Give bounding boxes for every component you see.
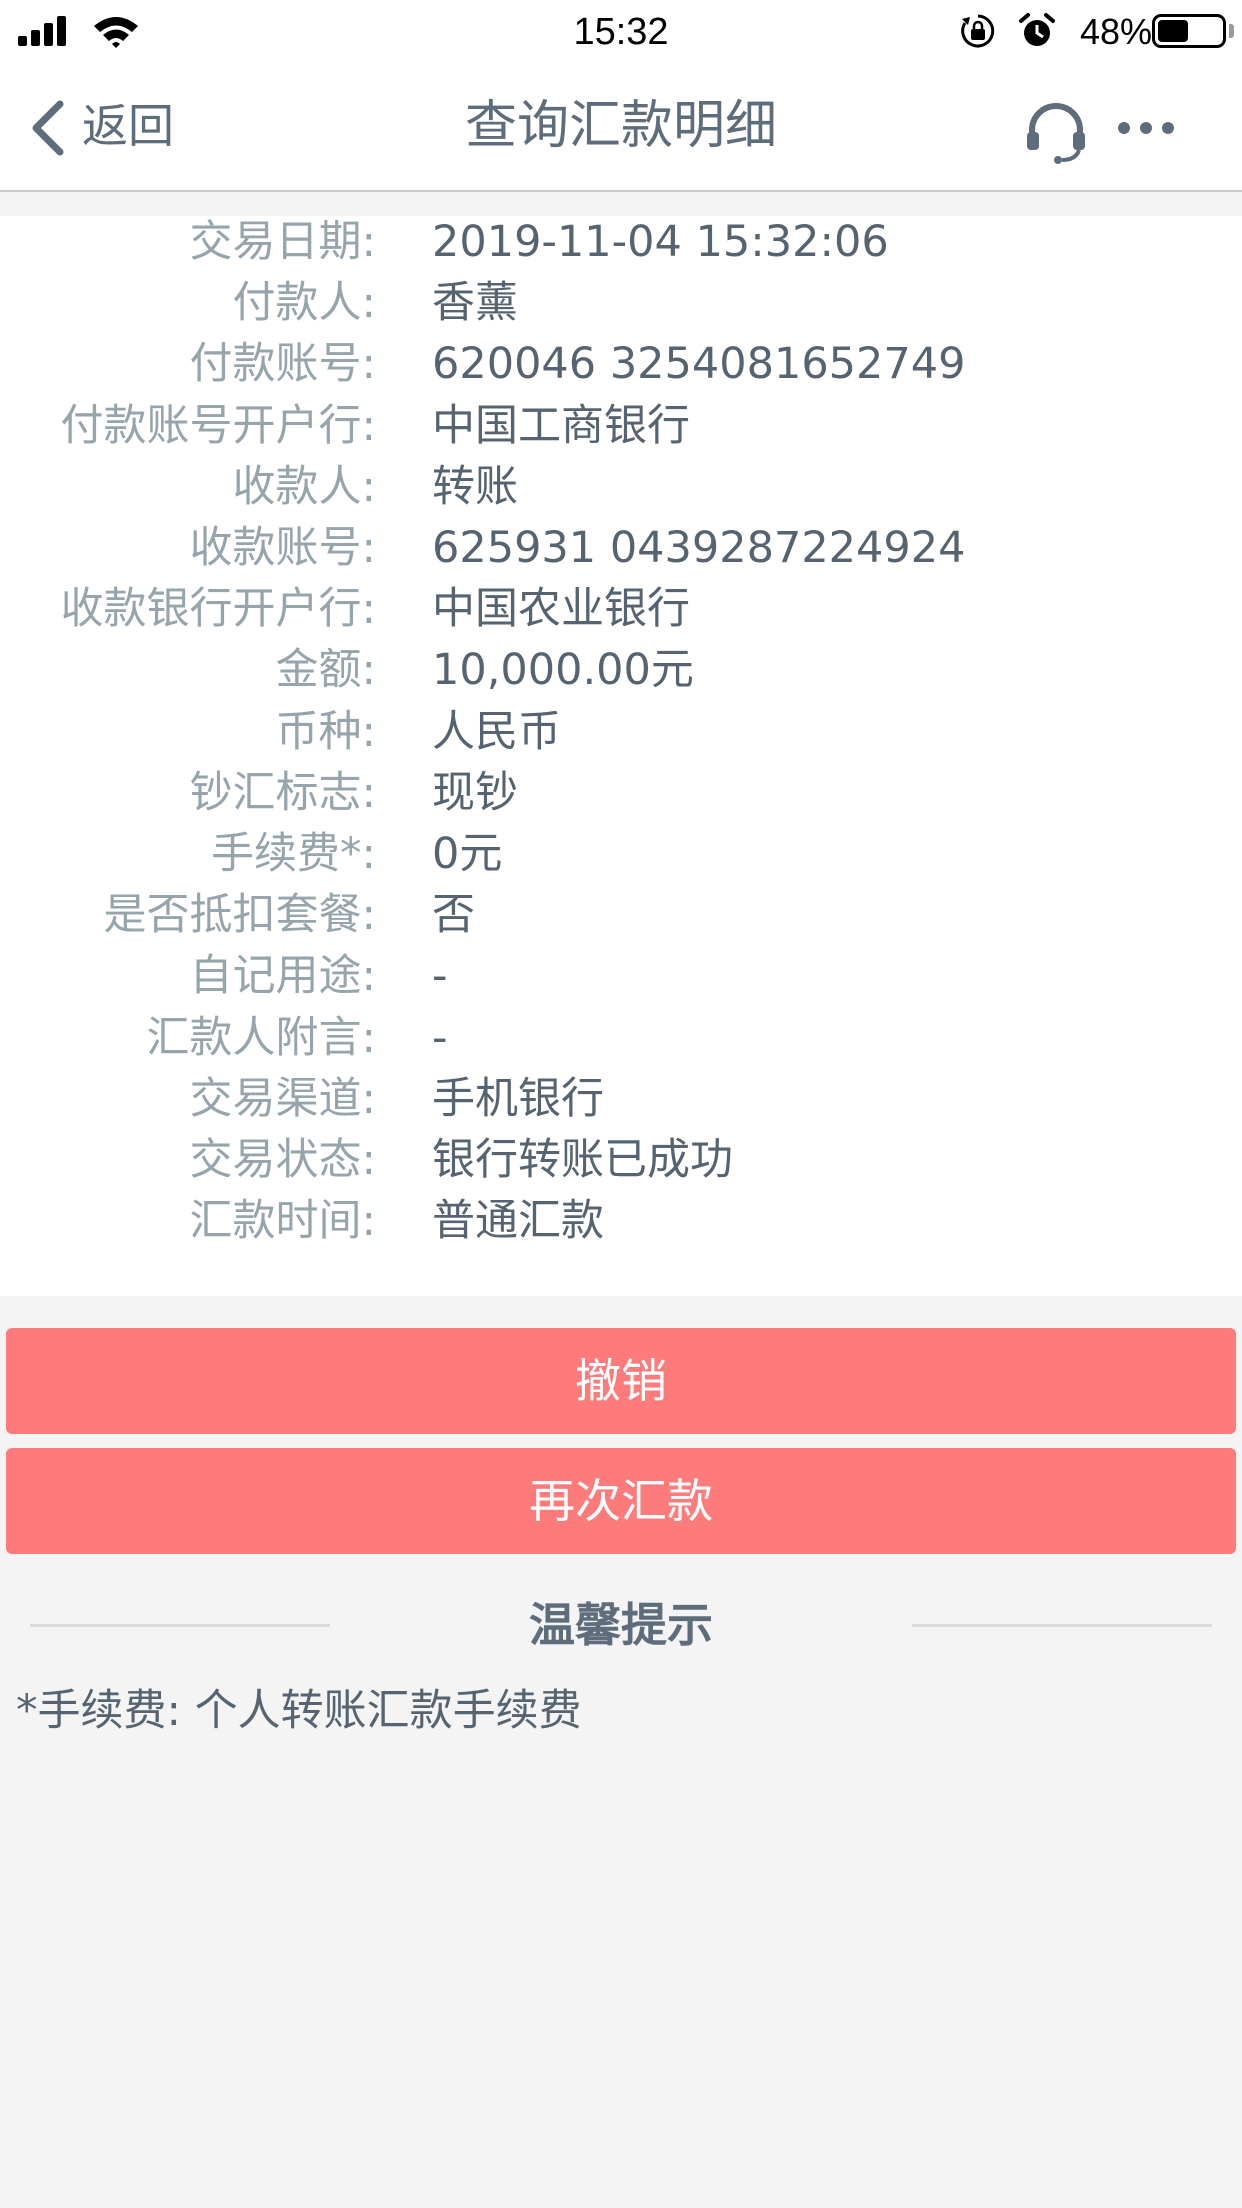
detail-row-payer-bank: 付款账号开户行: 中国工商银行	[0, 396, 1242, 457]
remit-again-button[interactable]: 再次汇款	[6, 1448, 1236, 1554]
detail-label: 自记用途:	[189, 951, 377, 1002]
detail-row-cash-flag: 钞汇标志: 现钞	[0, 763, 1242, 824]
detail-value: 转账	[432, 461, 518, 512]
back-label: 返回	[82, 99, 174, 153]
detail-label: 币种:	[275, 706, 377, 757]
detail-row-status: 交易状态: 银行转账已成功	[0, 1130, 1242, 1191]
detail-value: 625931 0439287224924	[432, 523, 966, 573]
tips-title: 温馨提示	[529, 1598, 713, 1652]
detail-value: 0元	[432, 829, 503, 879]
detail-row-payee-account: 收款账号: 625931 0439287224924	[0, 518, 1242, 579]
detail-value: 否	[432, 890, 475, 941]
detail-label: 手续费*:	[211, 829, 376, 879]
status-time: 15:32	[573, 11, 669, 53]
detail-value: -	[432, 951, 448, 1002]
page-title: 查询汇款明细	[464, 96, 777, 156]
detail-row-channel: 交易渠道: 手机银行	[0, 1069, 1242, 1130]
detail-label: 汇款人附言:	[146, 1012, 377, 1063]
detail-value: 中国工商银行	[432, 400, 690, 451]
detail-label: 钞汇标志:	[189, 767, 377, 818]
nav-bar: 返回 查询汇款明细	[0, 64, 1242, 192]
detail-label: 金额:	[275, 645, 377, 696]
battery-icon	[1152, 14, 1226, 48]
detail-value: 现钞	[432, 767, 518, 818]
detail-row-transaction-date: 交易日期: 2019-11-04 15:32:06	[0, 212, 1242, 273]
detail-label: 交易日期:	[189, 217, 377, 267]
detail-value: 银行转账已成功	[432, 1135, 733, 1185]
tips-text: *手续费: 个人转账汇款手续费	[16, 1686, 582, 1736]
detail-value: 620046 3254081652749	[432, 339, 966, 390]
detail-label: 收款银行开户行:	[60, 584, 377, 635]
detail-value: 手机银行	[432, 1073, 604, 1124]
detail-value: 2019-11-04 15:32:06	[432, 217, 889, 267]
detail-label: 收款账号:	[189, 523, 377, 573]
detail-value: 10,000.00元	[432, 645, 694, 696]
detail-label: 汇款时间:	[189, 1196, 377, 1247]
detail-row-purpose: 自记用途: -	[0, 946, 1242, 1007]
detail-label: 付款人:	[232, 278, 377, 329]
back-button[interactable]: 返回	[24, 90, 194, 162]
wifi-icon	[94, 17, 138, 48]
battery-percent: 48%	[1079, 11, 1152, 52]
orientation-lock-icon	[961, 14, 995, 48]
detail-row-package-deduction: 是否抵扣套餐: 否	[0, 885, 1242, 946]
transfer-detail-card: 交易日期: 2019-11-04 15:32:06 付款人: 香薰 付款账号: …	[0, 216, 1242, 1296]
detail-row-remitter-note: 汇款人附言: -	[0, 1008, 1242, 1069]
status-bar: 15:32 48%	[0, 0, 1242, 64]
detail-label: 是否抵扣套餐:	[103, 890, 377, 941]
headset-icon[interactable]	[1024, 100, 1088, 164]
detail-row-fee: 手续费*: 0元	[0, 824, 1242, 885]
detail-value: 人民币	[432, 706, 561, 757]
battery-level	[1158, 20, 1188, 42]
detail-row-currency: 币种: 人民币	[0, 702, 1242, 763]
tips-divider-right	[912, 1624, 1212, 1627]
detail-row-payee: 收款人: 转账	[0, 457, 1242, 518]
detail-label: 交易渠道:	[189, 1073, 377, 1124]
cellular-signal-icon	[18, 16, 70, 46]
chevron-left-icon	[32, 100, 64, 156]
alarm-icon	[1019, 13, 1055, 46]
cancel-button[interactable]: 撤销	[6, 1328, 1236, 1434]
detail-row-remit-time: 汇款时间: 普通汇款	[0, 1191, 1242, 1252]
detail-value: -	[432, 1012, 448, 1063]
detail-label: 收款人:	[232, 461, 377, 512]
battery-cap	[1229, 24, 1234, 38]
detail-row-payer-account: 付款账号: 620046 3254081652749	[0, 334, 1242, 395]
detail-row-amount: 金额: 10,000.00元	[0, 640, 1242, 701]
detail-value: 香薰	[432, 278, 518, 329]
detail-row-payer: 付款人: 香薰	[0, 273, 1242, 334]
detail-label: 付款账号:	[189, 339, 377, 390]
tips-divider-left	[30, 1624, 330, 1627]
detail-value: 普通汇款	[432, 1196, 604, 1247]
detail-label: 交易状态:	[189, 1135, 377, 1185]
detail-row-payee-bank: 收款银行开户行: 中国农业银行	[0, 579, 1242, 640]
detail-value: 中国农业银行	[432, 584, 690, 635]
more-dots-icon[interactable]	[1116, 114, 1176, 142]
detail-label: 付款账号开户行:	[60, 400, 377, 451]
